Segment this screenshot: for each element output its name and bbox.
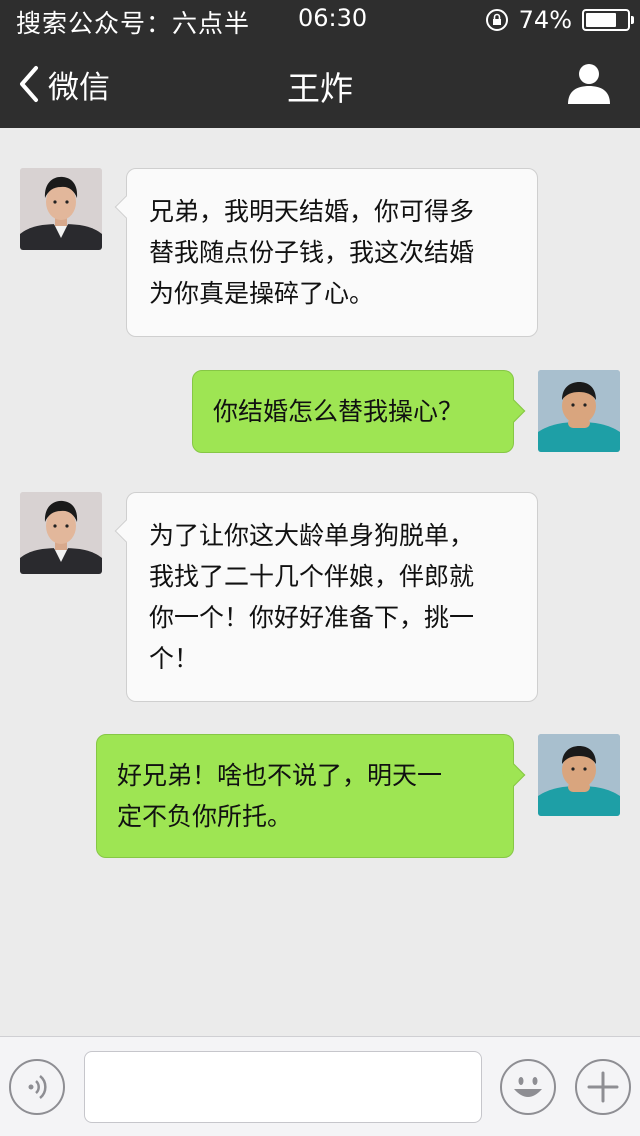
message-text: 兄弟，我明天结婚，你可得多 替我随点份子钱，我这次结婚 为你真是操碎了心。 — [149, 197, 475, 308]
message-input[interactable] — [84, 1051, 482, 1123]
my-avatar-image — [538, 370, 620, 452]
bubble-tail — [114, 195, 138, 219]
contact-avatar[interactable] — [20, 168, 102, 250]
emoji-button[interactable] — [500, 1059, 556, 1115]
outgoing-message-bubble[interactable]: 你结婚怎么替我操心？ — [192, 370, 526, 453]
message-text: 好兄弟！啥也不说了，明天一 定不负你所托。 — [117, 761, 443, 831]
input-bar — [0, 1036, 640, 1136]
voice-button[interactable] — [9, 1059, 65, 1115]
status-carrier-text: 搜索公众号：六点半 — [16, 9, 251, 38]
contact-avatar-image — [20, 168, 102, 250]
page-title: 王炸 — [287, 69, 353, 108]
message-text: 为了让你这大龄单身狗脱单， 我找了二十几个伴娘，伴郎就 你一个！你好好准备下，挑… — [149, 521, 475, 673]
contact-avatar[interactable] — [20, 492, 102, 574]
my-avatar[interactable] — [538, 370, 620, 452]
battery-icon — [582, 9, 634, 31]
bubble-tail — [502, 399, 526, 423]
incoming-message-bubble[interactable]: 兄弟，我明天结婚，你可得多 替我随点份子钱，我这次结婚 为你真是操碎了心。 — [114, 168, 538, 337]
my-avatar-image — [538, 734, 620, 816]
status-right-group: 74% — [485, 0, 634, 40]
status-bar: 搜索公众号：六点半 06:30 74% — [0, 0, 640, 40]
emoji-icon — [514, 1077, 542, 1097]
voice-icon — [28, 1075, 47, 1099]
contact-avatar-image — [20, 492, 102, 574]
more-button[interactable] — [575, 1059, 631, 1115]
battery-fill — [586, 13, 616, 27]
bubble-tail — [502, 763, 526, 787]
outgoing-message-bubble[interactable]: 好兄弟！啥也不说了，明天一 定不负你所托。 — [96, 734, 526, 858]
plus-icon — [587, 1071, 619, 1103]
person-icon[interactable] — [566, 60, 612, 106]
chat-area[interactable]: 兄弟，我明天结婚，你可得多 替我随点份子钱，我这次结婚 为你真是操碎了心。 你结… — [0, 128, 640, 1036]
my-avatar[interactable] — [538, 734, 620, 816]
incoming-message-bubble[interactable]: 为了让你这大龄单身狗脱单， 我找了二十几个伴娘，伴郎就 你一个！你好好准备下，挑… — [114, 492, 538, 702]
message-text: 你结婚怎么替我操心？ — [213, 397, 464, 426]
rotation-lock-icon — [485, 9, 508, 31]
nav-bar: 微信 王炸 — [0, 40, 640, 128]
bubble-tail — [114, 519, 138, 543]
status-time: 06:30 — [298, 4, 368, 32]
battery-percent: 74% — [518, 6, 572, 34]
